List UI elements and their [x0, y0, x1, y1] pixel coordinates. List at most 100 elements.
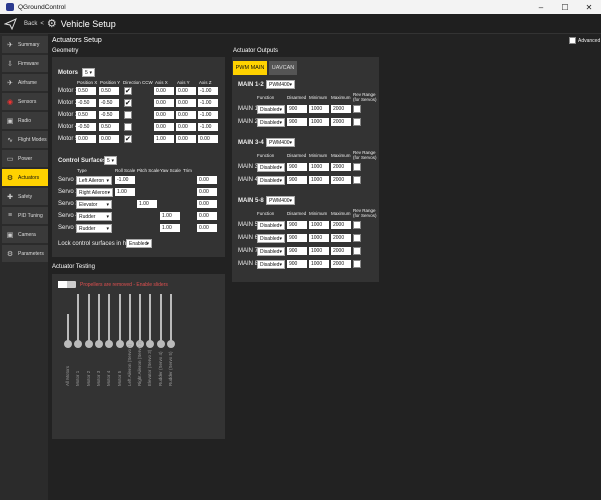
- actuator-slider[interactable]: [105, 294, 114, 360]
- sidebar-item-camera[interactable]: ▣ Camera: [2, 226, 48, 243]
- paper-plane-icon[interactable]: [4, 18, 17, 30]
- rev-range-checkbox[interactable]: [353, 118, 361, 126]
- output-disarmed-input[interactable]: 900: [287, 176, 307, 184]
- motor-axis-y[interactable]: 0.00: [176, 99, 196, 107]
- rev-range-checkbox[interactable]: [353, 176, 361, 184]
- servo-trim[interactable]: 0.00: [197, 200, 217, 208]
- motor-axis-z[interactable]: 0.00: [198, 135, 218, 143]
- output-minimum-input[interactable]: 1000: [309, 260, 329, 268]
- pwm-rate-select[interactable]: PWM400: [266, 138, 295, 148]
- output-minimum-input[interactable]: 1000: [309, 176, 329, 184]
- output-minimum-input[interactable]: 1000: [309, 234, 329, 242]
- sidebar-item-parameters[interactable]: ⚙ Parameters: [2, 245, 48, 262]
- motor-axis-y[interactable]: 0.00: [176, 123, 196, 131]
- output-function-select[interactable]: Disabled: [257, 105, 285, 115]
- minimize-icon[interactable]: –: [529, 0, 553, 14]
- motor-axis-y[interactable]: 0.00: [176, 111, 196, 119]
- servo-roll-scale[interactable]: -1.00: [115, 176, 135, 184]
- motor-ccw-checkbox[interactable]: [124, 135, 132, 143]
- slider-knob[interactable]: [84, 340, 93, 348]
- motor-axis-y[interactable]: 0.00: [176, 135, 196, 143]
- rev-range-checkbox[interactable]: [353, 105, 361, 113]
- output-maximum-input[interactable]: 2000: [331, 176, 351, 184]
- output-function-select[interactable]: Disabled: [257, 176, 285, 186]
- lock-surfaces-select[interactable]: Enabled: [126, 239, 152, 249]
- slider-knob[interactable]: [156, 340, 165, 348]
- sidebar-item-sensors[interactable]: ◉ Sensors: [2, 93, 48, 110]
- output-maximum-input[interactable]: 2000: [331, 221, 351, 229]
- servo-yaw-scale[interactable]: 1.00: [160, 224, 180, 232]
- rev-range-checkbox[interactable]: [353, 234, 361, 242]
- slider-knob[interactable]: [64, 340, 72, 348]
- motor-axis-z[interactable]: -1.00: [198, 123, 218, 131]
- slider-knob[interactable]: [115, 340, 124, 348]
- servo-pitch-scale[interactable]: 1.00: [137, 200, 157, 208]
- servo-type-select[interactable]: Right Aileron: [76, 188, 113, 198]
- servo-type-select[interactable]: Rudder: [76, 224, 112, 234]
- actuator-slider[interactable]: [115, 294, 124, 360]
- tab-pwm-main[interactable]: PWM MAIN: [233, 61, 267, 75]
- servo-type-select[interactable]: Elevator: [76, 200, 112, 210]
- motor-position-y[interactable]: 0.50: [99, 123, 119, 131]
- output-maximum-input[interactable]: 2000: [331, 163, 351, 171]
- output-function-select[interactable]: Disabled: [257, 260, 285, 270]
- maximize-icon[interactable]: ☐: [553, 0, 577, 14]
- sidebar-item-safety[interactable]: ✚ Safety: [2, 188, 48, 205]
- advanced-checkbox[interactable]: [569, 37, 576, 44]
- motor-axis-x[interactable]: 0.00: [154, 87, 174, 95]
- actuator-slider[interactable]: [94, 294, 103, 360]
- motor-axis-z[interactable]: -1.00: [198, 99, 218, 107]
- motor-axis-x[interactable]: 0.00: [154, 123, 174, 131]
- output-disarmed-input[interactable]: 900: [287, 221, 307, 229]
- sidebar-item-actuators[interactable]: ⚙ Actuators: [2, 169, 48, 186]
- sidebar-item-power[interactable]: ▭ Power: [2, 150, 48, 167]
- motor-axis-x[interactable]: 1.00: [154, 135, 174, 143]
- slider-knob[interactable]: [105, 340, 114, 348]
- motor-ccw-checkbox[interactable]: [124, 99, 132, 107]
- output-function-select[interactable]: Disabled: [257, 247, 285, 257]
- motor-ccw-checkbox[interactable]: [124, 87, 132, 95]
- slider-knob[interactable]: [167, 340, 175, 348]
- output-minimum-input[interactable]: 1000: [309, 221, 329, 229]
- pwm-rate-select[interactable]: PWM400: [266, 196, 295, 206]
- enable-sliders-toggle[interactable]: [58, 281, 76, 288]
- motor-axis-z[interactable]: -1.00: [198, 111, 218, 119]
- servo-type-select[interactable]: Left Aileron: [76, 176, 112, 186]
- motor-position-x[interactable]: 0.00: [76, 135, 96, 143]
- motor-axis-y[interactable]: 0.00: [176, 87, 196, 95]
- motor-ccw-checkbox[interactable]: [124, 123, 132, 131]
- output-maximum-input[interactable]: 2000: [331, 247, 351, 255]
- sidebar-item-pid-tuning[interactable]: ≡ PID Tuning: [2, 207, 48, 224]
- motor-position-x[interactable]: 0.50: [76, 87, 96, 95]
- tab-uavcan[interactable]: UAVCAN: [269, 61, 297, 75]
- output-maximum-input[interactable]: 2000: [331, 234, 351, 242]
- actuator-slider[interactable]: [84, 294, 93, 360]
- motor-count-select[interactable]: 5: [82, 68, 95, 78]
- output-disarmed-input[interactable]: 900: [287, 105, 307, 113]
- output-function-select[interactable]: Disabled: [257, 221, 285, 231]
- motor-position-y[interactable]: -0.50: [99, 99, 119, 107]
- output-function-select[interactable]: Disabled: [257, 234, 285, 244]
- output-disarmed-input[interactable]: 900: [287, 247, 307, 255]
- servo-type-select[interactable]: Rudder: [76, 212, 112, 222]
- rev-range-checkbox[interactable]: [353, 163, 361, 171]
- motor-axis-x[interactable]: 0.00: [154, 111, 174, 119]
- slider-knob[interactable]: [74, 340, 83, 348]
- back-button[interactable]: Back: [24, 21, 37, 27]
- motor-position-x[interactable]: -0.50: [76, 123, 96, 131]
- servo-yaw-scale[interactable]: 1.00: [160, 212, 180, 220]
- actuator-slider[interactable]: [74, 294, 83, 360]
- servo-roll-scale[interactable]: 1.00: [115, 188, 135, 196]
- sidebar-item-airframe[interactable]: ✈ Airframe: [2, 74, 48, 91]
- sidebar-item-radio[interactable]: ▣ Radio: [2, 112, 48, 129]
- rev-range-checkbox[interactable]: [353, 247, 361, 255]
- output-disarmed-input[interactable]: 900: [287, 163, 307, 171]
- back-chevron[interactable]: <: [40, 21, 44, 27]
- output-function-select[interactable]: Disabled: [257, 163, 285, 173]
- motor-position-x[interactable]: 0.50: [76, 111, 96, 119]
- output-minimum-input[interactable]: 1000: [309, 163, 329, 171]
- actuator-slider[interactable]: [64, 314, 72, 360]
- motor-position-y[interactable]: 0.00: [99, 135, 119, 143]
- output-function-select[interactable]: Disabled: [257, 118, 285, 128]
- motor-axis-z[interactable]: -1.00: [198, 87, 218, 95]
